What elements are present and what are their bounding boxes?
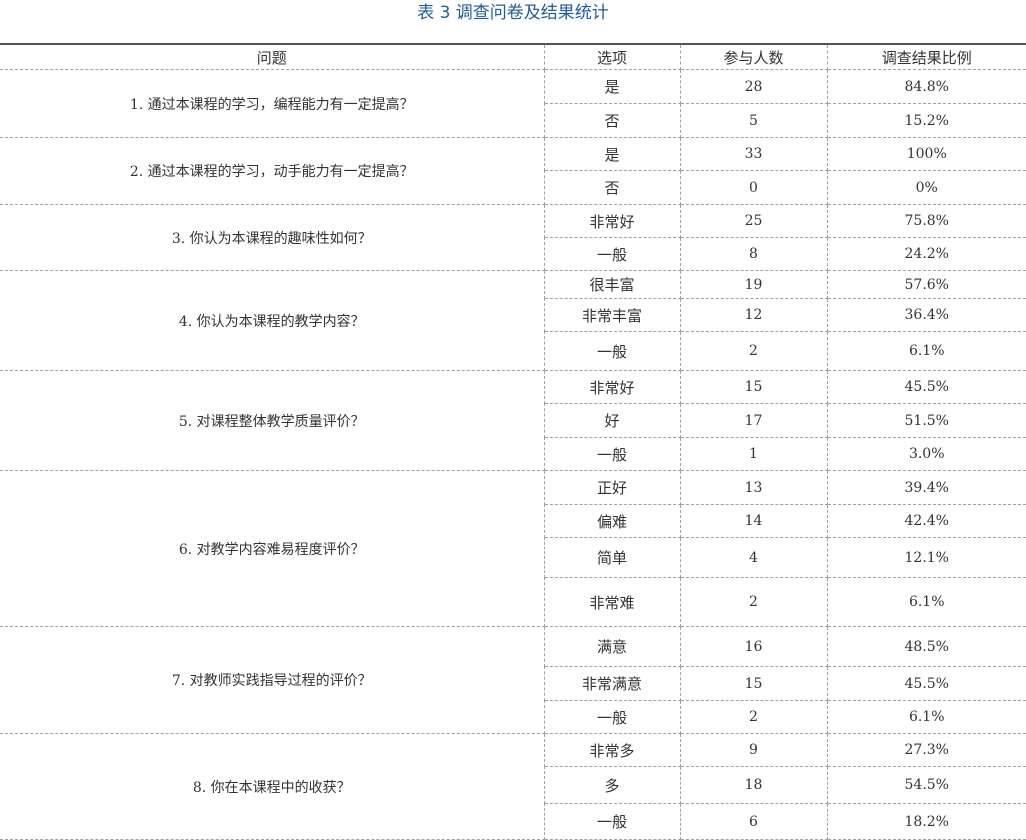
header-count: 参与人数 — [680, 44, 828, 70]
option-cell: 一般 — [544, 803, 681, 840]
ratio-cell: 18.2% — [827, 803, 1026, 840]
ratio-cell: 45.5% — [827, 370, 1026, 404]
ratio-cell: 100% — [827, 137, 1026, 171]
option-cell: 非常多 — [544, 733, 681, 767]
ratio-cell: 6.1% — [827, 577, 1026, 627]
header-option: 选项 — [544, 44, 681, 70]
survey-results-table: 问题 选项 参与人数 调查结果比例 1. 通过本课程的学习，编程能力有一定提高？… — [0, 43, 1026, 840]
ratio-cell: 48.5% — [827, 626, 1026, 667]
option-cell: 非常好 — [544, 204, 681, 238]
ratio-cell: 0% — [827, 170, 1026, 205]
question-text: 1. 通过本课程的学习，编程能力有一定提高？ — [0, 69, 545, 138]
count-cell: 8 — [680, 237, 828, 271]
question-text: 7. 对教师实践指导过程的评价？ — [0, 626, 545, 734]
count-cell: 2 — [680, 331, 828, 371]
table-row: 1. 通过本课程的学习，编程能力有一定提高？是 28 84.8% — [0, 69, 1026, 138]
table-row: 3. 你认为本课程的趣味性如何？ 非常好 25 75.8% — [0, 204, 1026, 271]
ratio-cell: 39.4% — [827, 470, 1026, 505]
ratio-cell: 36.4% — [827, 298, 1026, 332]
ratio-cell: 45.5% — [827, 666, 1026, 701]
question-text: 8. 你在本课程中的收获？ — [0, 733, 545, 840]
question-text: 4. 你认为本课程的教学内容？ — [0, 270, 545, 371]
count-cell: 15 — [680, 666, 828, 701]
option-cell: 否 — [544, 103, 681, 138]
ratio-cell: 6.1% — [827, 331, 1026, 371]
count-cell: 9 — [680, 733, 828, 767]
count-cell: 12 — [680, 298, 828, 332]
ratio-cell: 54.5% — [827, 766, 1026, 804]
ratio-cell: 75.8% — [827, 204, 1026, 238]
count-cell: 6 — [680, 803, 828, 840]
option-cell: 好 — [544, 403, 681, 438]
count-cell: 18 — [680, 766, 828, 804]
option-cell: 一般 — [544, 237, 681, 271]
header-ratio: 调查结果比例 — [827, 44, 1026, 70]
question-text: 6. 对教学内容难易程度评价？ — [0, 470, 545, 627]
table-row: 4. 你认为本课程的教学内容？ 很丰富 19 57.6% — [0, 270, 1026, 371]
option-cell: 很丰富 — [544, 270, 681, 299]
header-row: 问题 选项 参与人数 调查结果比例 — [0, 44, 1026, 70]
ratio-cell: 57.6% — [827, 270, 1026, 299]
count-cell: 5 — [680, 103, 828, 138]
ratio-cell: 24.2% — [827, 237, 1026, 271]
option-cell: 非常丰富 — [544, 298, 681, 332]
count-cell: 1 — [680, 437, 828, 471]
table-row: 5. 对课程整体教学质量评价？ 非常好 15 45.5% — [0, 370, 1026, 471]
count-cell: 14 — [680, 504, 828, 538]
header-question: 问题 — [0, 44, 545, 70]
count-cell: 33 — [680, 137, 828, 171]
option-cell: 偏难 — [544, 504, 681, 538]
option-cell: 非常难 — [544, 577, 681, 627]
ratio-cell: 6.1% — [827, 700, 1026, 734]
results-body: 1. 通过本课程的学习，编程能力有一定提高？是 28 84.8% 否 5 15.2% 2. … — [0, 69, 1026, 840]
count-cell: 2 — [680, 700, 828, 734]
table-row: 8. 你在本课程中的收获？ 非常多 9 27.3% — [0, 733, 1026, 840]
option-cell: 一般 — [544, 437, 681, 471]
table-row: 2. 通过本课程的学习，动手能力有一定提高？是 33 100% — [0, 137, 1026, 205]
option-cell: 多 — [544, 766, 681, 804]
count-cell: 15 — [680, 370, 828, 404]
question-text: 2. 通过本课程的学习，动手能力有一定提高？ — [0, 137, 545, 205]
table-caption: 表 3 调查问卷及结果统计 — [417, 3, 609, 23]
ratio-cell: 3.0% — [827, 437, 1026, 471]
option-cell: 一般 — [544, 331, 681, 371]
count-cell: 0 — [680, 170, 828, 205]
option-cell: 非常好 — [544, 370, 681, 404]
question-text: 3. 你认为本课程的趣味性如何？ — [0, 204, 545, 271]
option-cell: 满意 — [544, 626, 681, 667]
ratio-cell: 84.8% — [827, 69, 1026, 104]
ratio-cell: 27.3% — [827, 733, 1026, 767]
ratio-cell: 15.2% — [827, 103, 1026, 138]
option-cell: 正好 — [544, 470, 681, 505]
ratio-cell: 12.1% — [827, 537, 1026, 578]
count-cell: 25 — [680, 204, 828, 238]
count-cell: 28 — [680, 69, 828, 104]
option-cell: 简单 — [544, 537, 681, 578]
table-row: 6. 对教学内容难易程度评价？ 正好 13 39.4% — [0, 470, 1026, 627]
count-cell: 2 — [680, 577, 828, 627]
option-cell: 是 — [544, 69, 681, 104]
option-cell: 否 — [544, 170, 681, 205]
option-cell: 非常满意 — [544, 666, 681, 701]
ratio-cell: 51.5% — [827, 403, 1026, 438]
question-text: 5. 对课程整体教学质量评价？ — [0, 370, 545, 471]
option-cell: 是 — [544, 137, 681, 171]
count-cell: 17 — [680, 403, 828, 438]
count-cell: 16 — [680, 626, 828, 667]
count-cell: 19 — [680, 270, 828, 299]
option-cell: 一般 — [544, 700, 681, 734]
table-row: 7. 对教师实践指导过程的评价？ 满意 16 48.5% — [0, 626, 1026, 734]
count-cell: 13 — [680, 470, 828, 505]
ratio-cell: 42.4% — [827, 504, 1026, 538]
count-cell: 4 — [680, 537, 828, 578]
